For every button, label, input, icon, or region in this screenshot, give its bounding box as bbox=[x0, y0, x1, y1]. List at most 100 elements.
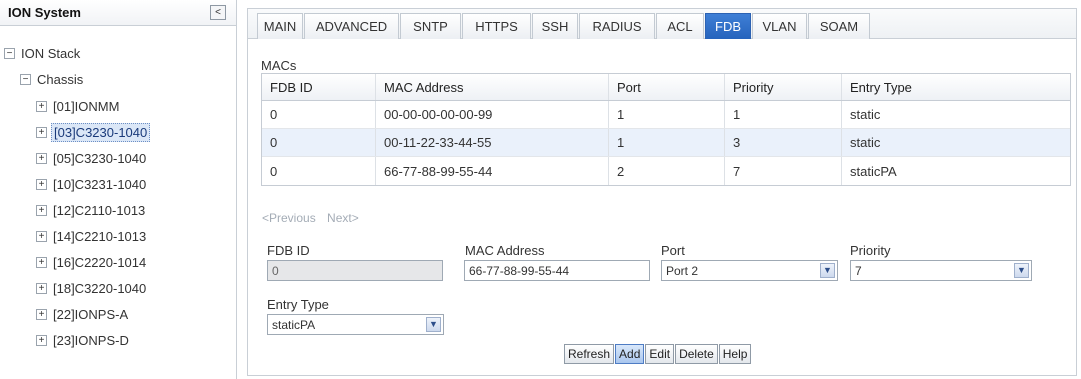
tree-item[interactable]: + [18]C3220-1040 bbox=[36, 278, 148, 298]
tab-label: MAIN bbox=[263, 19, 297, 34]
tree-item-selected[interactable]: + [03]C3230-1040 bbox=[36, 122, 151, 142]
tree-label[interactable]: [10]C3231-1040 bbox=[51, 176, 148, 193]
table-cell: 0 bbox=[262, 157, 376, 185]
tree-label[interactable]: [22]IONPS-A bbox=[51, 306, 130, 323]
entry-type-select[interactable]: staticPA ▼ bbox=[267, 314, 444, 335]
port-select[interactable]: Port 2 ▼ bbox=[661, 260, 838, 281]
tree-item[interactable]: + [10]C3231-1040 bbox=[36, 174, 148, 194]
fdb-id-value: 0 bbox=[272, 263, 279, 278]
table-cell: 1 bbox=[609, 129, 725, 156]
tree-label[interactable]: [03]C3230-1040 bbox=[51, 122, 151, 142]
entry-type-label: Entry Type bbox=[267, 297, 329, 312]
tab-advanced[interactable]: ADVANCED bbox=[304, 13, 399, 39]
mac-address-input[interactable]: 66-77-88-99-55-44 bbox=[464, 260, 650, 281]
column-header-entry-type[interactable]: Entry Type bbox=[842, 74, 1070, 100]
table-row[interactable]: 0 00-11-22-33-44-55 1 3 static bbox=[262, 129, 1070, 157]
tree-label[interactable]: [12]C2110-1013 bbox=[51, 202, 147, 219]
table-cell: staticPA bbox=[850, 163, 897, 179]
tab-vlan[interactable]: VLAN bbox=[752, 13, 807, 39]
column-header-port[interactable]: Port bbox=[609, 74, 725, 100]
plus-icon[interactable]: + bbox=[36, 152, 47, 164]
table-row[interactable]: 0 66-77-88-99-55-44 2 7 staticPA bbox=[262, 157, 1070, 185]
plus-icon[interactable]: + bbox=[36, 308, 47, 320]
tree-label[interactable]: [23]IONPS-D bbox=[51, 332, 131, 349]
chevron-down-icon[interactable]: ▼ bbox=[426, 317, 441, 332]
column-header-mac-address[interactable]: MAC Address bbox=[376, 74, 609, 100]
tree-item[interactable]: + [16]C2220-1014 bbox=[36, 252, 148, 272]
tree-label[interactable]: Chassis bbox=[35, 71, 85, 88]
column-header-priority[interactable]: Priority bbox=[725, 74, 842, 100]
tree-node-chassis[interactable]: − Chassis bbox=[20, 69, 85, 89]
tab-ssh[interactable]: SSH bbox=[532, 13, 578, 39]
plus-icon[interactable]: + bbox=[36, 126, 47, 138]
plus-icon[interactable]: + bbox=[36, 334, 47, 346]
tree-title: ION System bbox=[8, 5, 81, 20]
chevron-down-icon[interactable]: ▼ bbox=[820, 263, 835, 278]
tree-item[interactable]: + [14]C2210-1013 bbox=[36, 226, 148, 246]
plus-icon[interactable]: + bbox=[36, 178, 47, 190]
refresh-button[interactable]: Refresh bbox=[564, 344, 615, 364]
tab-sntp[interactable]: SNTP bbox=[400, 13, 461, 39]
tree-item[interactable]: + [01]IONMM bbox=[36, 96, 121, 116]
tree-label[interactable]: ION Stack bbox=[19, 45, 82, 62]
tab-fdb[interactable]: FDB bbox=[705, 13, 751, 39]
tree-item[interactable]: + [12]C2110-1013 bbox=[36, 200, 147, 220]
add-button[interactable]: Add bbox=[615, 344, 645, 364]
delete-button[interactable]: Delete bbox=[675, 344, 718, 364]
priority-select[interactable]: 7 ▼ bbox=[850, 260, 1032, 281]
tree-panel: ION System < − ION Stack − Chassis + [01… bbox=[0, 0, 237, 379]
macs-section-label: MACs bbox=[261, 58, 297, 73]
tree-label[interactable]: [05]C3230-1040 bbox=[51, 150, 148, 167]
help-button[interactable]: Help bbox=[718, 344, 752, 364]
tab-label: ADVANCED bbox=[315, 19, 388, 34]
table-cell: 2 bbox=[609, 157, 725, 185]
next-link[interactable]: Next> bbox=[327, 211, 359, 225]
plus-icon[interactable]: + bbox=[36, 204, 47, 216]
priority-label: Priority bbox=[850, 243, 891, 258]
tab-label: FDB bbox=[715, 19, 741, 34]
tab-bar: MAIN ADVANCED SNTP HTTPS SSH RADIUS ACL … bbox=[248, 9, 1076, 39]
plus-icon[interactable]: + bbox=[36, 230, 47, 242]
tree-label[interactable]: [16]C2220-1014 bbox=[51, 254, 148, 271]
chevron-down-icon[interactable]: ▼ bbox=[1014, 263, 1029, 278]
tree-item[interactable]: + [23]IONPS-D bbox=[36, 330, 131, 350]
table-cell: 7 bbox=[725, 157, 842, 185]
column-header-fdb-id[interactable]: FDB ID bbox=[262, 74, 376, 100]
mac-address-label: MAC Address bbox=[465, 243, 545, 258]
priority-value: 7 bbox=[855, 263, 862, 278]
entry-type-value: staticPA bbox=[272, 317, 316, 332]
port-value: Port 2 bbox=[666, 263, 699, 278]
table-cell: static bbox=[850, 135, 881, 150]
tree-label[interactable]: [18]C3220-1040 bbox=[51, 280, 148, 297]
tab-radius[interactable]: RADIUS bbox=[579, 13, 655, 39]
edit-button[interactable]: Edit bbox=[645, 344, 675, 364]
table-row[interactable]: 0 00-00-00-00-00-99 1 1 static bbox=[262, 101, 1070, 129]
plus-icon[interactable]: + bbox=[36, 256, 47, 268]
tree-item[interactable]: + [22]IONPS-A bbox=[36, 304, 130, 324]
table-header: FDB ID MAC Address Port Priority Entry T… bbox=[262, 74, 1070, 101]
tab-https[interactable]: HTTPS bbox=[462, 13, 531, 39]
tree-label[interactable]: [01]IONMM bbox=[51, 98, 121, 115]
tab-label: VLAN bbox=[762, 19, 797, 34]
minus-icon[interactable]: − bbox=[4, 47, 15, 59]
tab-soam[interactable]: SOAM bbox=[808, 13, 870, 39]
tab-label: SSH bbox=[541, 19, 569, 34]
table-cell: 3 bbox=[725, 129, 842, 156]
tab-acl[interactable]: ACL bbox=[656, 13, 704, 39]
tab-label: SNTP bbox=[413, 19, 448, 34]
macs-table: FDB ID MAC Address Port Priority Entry T… bbox=[261, 73, 1071, 186]
tab-label: SOAM bbox=[819, 19, 859, 34]
main-panel: MAIN ADVANCED SNTP HTTPS SSH RADIUS ACL … bbox=[247, 8, 1077, 376]
fdb-id-label: FDB ID bbox=[267, 243, 310, 258]
tree-label[interactable]: [14]C2210-1013 bbox=[51, 228, 148, 245]
tree-item[interactable]: + [05]C3230-1040 bbox=[36, 148, 148, 168]
minus-icon[interactable]: − bbox=[20, 73, 31, 85]
tree-node-ion-stack[interactable]: − ION Stack bbox=[4, 43, 82, 63]
tree-header: ION System bbox=[0, 0, 236, 26]
collapse-panel-button[interactable]: < bbox=[210, 5, 226, 20]
action-button-bar: Refresh Add Edit Delete Help bbox=[564, 344, 752, 364]
previous-link[interactable]: <Previous bbox=[262, 211, 316, 225]
tab-main[interactable]: MAIN bbox=[257, 13, 303, 39]
plus-icon[interactable]: + bbox=[36, 282, 47, 294]
plus-icon[interactable]: + bbox=[36, 100, 47, 112]
